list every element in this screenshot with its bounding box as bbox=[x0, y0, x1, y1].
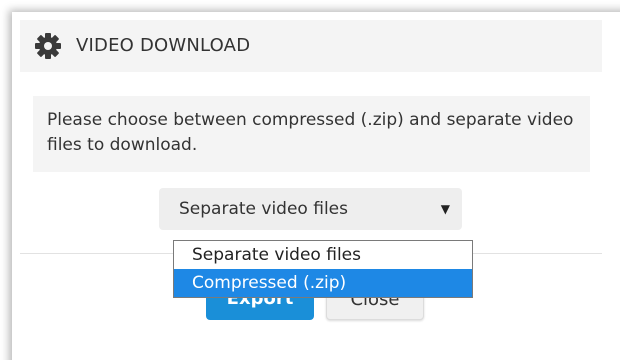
option-compressed-zip[interactable]: Compressed (.zip) bbox=[174, 269, 472, 297]
gear-icon bbox=[34, 32, 62, 60]
dialog-header: VIDEO DOWNLOAD bbox=[20, 20, 602, 72]
triangle-down-icon: ▼ bbox=[440, 202, 450, 216]
format-select-value: Separate video files bbox=[179, 199, 348, 219]
screen: VIDEO DOWNLOAD Please choose between com… bbox=[0, 0, 620, 360]
message-panel: Please choose between compressed (.zip) … bbox=[33, 96, 590, 172]
option-separate-video-files[interactable]: Separate video files bbox=[174, 241, 472, 269]
dialog-title: VIDEO DOWNLOAD bbox=[76, 35, 251, 56]
format-select[interactable]: Separate video files ▼ bbox=[159, 188, 462, 230]
dialog-message: Please choose between compressed (.zip) … bbox=[47, 110, 574, 155]
format-dropdown-list: Separate video files Compressed (.zip) bbox=[173, 240, 473, 298]
